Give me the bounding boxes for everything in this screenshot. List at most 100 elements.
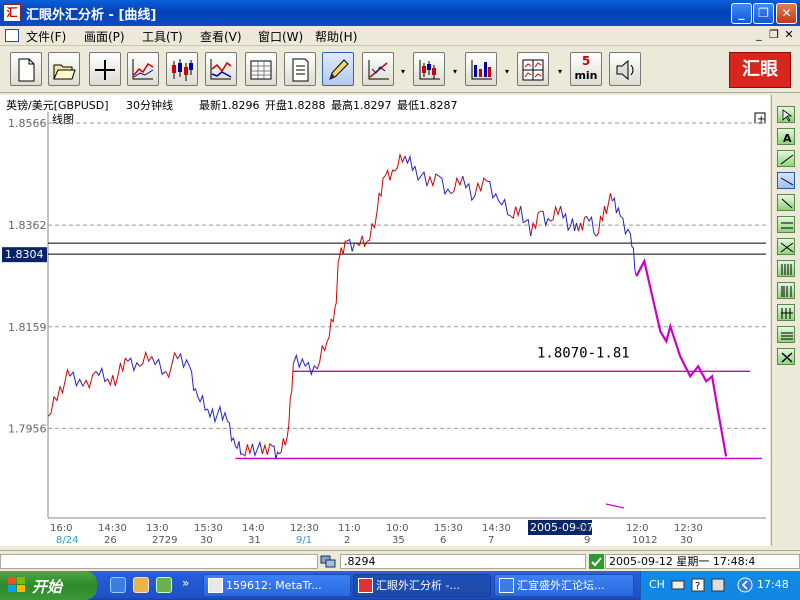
- status-message: [0, 554, 318, 569]
- mdi-restore-button[interactable]: ❐: [767, 29, 781, 42]
- price-segment: [151, 356, 167, 376]
- mdi-minimize-button[interactable]: _: [752, 29, 766, 42]
- price-segment: [127, 357, 141, 373]
- x-tick-label: 16:0: [50, 523, 72, 534]
- five-min-number: 5: [581, 54, 591, 68]
- cursor-tool-button[interactable]: [777, 106, 795, 123]
- price-chart[interactable]: 线图 +1.85661.83621.81591.795616:08/2414:30…: [0, 112, 770, 546]
- pencil-draw-button[interactable]: [322, 52, 354, 86]
- price-segment: [596, 206, 605, 237]
- menu-view-screen[interactable]: 画面(P): [84, 28, 125, 45]
- five-min-button[interactable]: 5 min: [570, 52, 602, 86]
- minimize-button[interactable]: _: [731, 3, 752, 24]
- document-icon[interactable]: [5, 29, 19, 42]
- close-button[interactable]: ✕: [776, 3, 797, 24]
- bar-chart-button[interactable]: [413, 52, 445, 86]
- multi-chart-dropdown-icon[interactable]: ▾: [558, 67, 562, 76]
- price-segment: [292, 353, 306, 370]
- current-price-label: 1.8304: [5, 248, 44, 261]
- x-tick-sublabel: 9/1: [296, 535, 312, 546]
- candlestick-chart-button[interactable]: [166, 52, 198, 86]
- internet-explorer-icon[interactable]: [110, 577, 126, 593]
- menu-file[interactable]: 文件(F): [26, 28, 66, 45]
- start-button[interactable]: 开始: [0, 571, 97, 600]
- price-segment: [227, 421, 236, 447]
- x-tick-sublabel: 2729: [152, 535, 177, 546]
- app-icon[interactable]: 汇: [3, 4, 21, 22]
- trend-line-tool-button[interactable]: [777, 172, 795, 189]
- mdi-close-button[interactable]: ✕: [782, 29, 796, 42]
- x-tick-sublabel: 9: [584, 535, 590, 546]
- volume-chart-button[interactable]: [465, 52, 497, 86]
- price-segment: [326, 306, 336, 342]
- price-segment: [550, 204, 562, 222]
- price-segment: [366, 211, 378, 242]
- input-language[interactable]: CH: [649, 578, 665, 591]
- price-segment: [334, 258, 340, 307]
- trend-tools-button[interactable]: [362, 52, 394, 86]
- price-segment: [165, 351, 179, 379]
- menu-help[interactable]: 帮助(H): [315, 28, 357, 45]
- new-document-button[interactable]: [10, 52, 42, 86]
- channel-tool-button[interactable]: [777, 216, 795, 233]
- open-folder-button[interactable]: [48, 52, 80, 86]
- open-folder-icon: [53, 64, 76, 80]
- crosshair-button[interactable]: [89, 52, 121, 86]
- task-metatrader[interactable]: 159612: MetaTr...: [203, 574, 351, 597]
- cross-lines-icon: [780, 242, 794, 253]
- multi-chart-icon: [522, 59, 544, 81]
- table-view-button[interactable]: [245, 52, 277, 86]
- trend-tools-dropdown-icon[interactable]: ▾: [401, 67, 405, 76]
- sound-button[interactable]: [609, 52, 641, 86]
- cross-tool-button[interactable]: [777, 238, 795, 255]
- chart-panel[interactable]: 线图 +1.8566 1.8362 1.8159 1.7956 16:0 8/24 14:30…: [0, 112, 770, 546]
- fibonacci-tool-button[interactable]: [777, 260, 795, 277]
- price-segment: [177, 352, 191, 369]
- title-bar[interactable]: 汇 汇眼外汇分析 - [曲线] _ ❐ ✕: [0, 0, 800, 26]
- qq-icon[interactable]: [133, 577, 149, 593]
- price-segment: [438, 175, 452, 196]
- x-tick-sublabel: 30: [680, 535, 693, 546]
- grid-tool-button[interactable]: [777, 304, 795, 321]
- price-segment: [261, 442, 273, 455]
- menu-window[interactable]: 窗口(W): [258, 28, 303, 45]
- quicklaunch-more[interactable]: »: [182, 576, 189, 590]
- tray-app-icon[interactable]: [711, 578, 725, 592]
- text-tool-button[interactable]: A: [777, 128, 795, 145]
- segment-tool-button[interactable]: [777, 194, 795, 211]
- x-tick-sublabel: 31: [248, 535, 261, 546]
- delete-drawing-button[interactable]: [777, 348, 795, 365]
- parallel-lines-icon: [781, 332, 793, 340]
- price-segment: [586, 215, 597, 237]
- cycle-tool-button[interactable]: [777, 282, 795, 299]
- price-segment: [82, 370, 97, 390]
- x-tick-sublabel: 2: [344, 535, 350, 546]
- notes-button[interactable]: [284, 52, 316, 86]
- clock: 17:48: [757, 578, 789, 591]
- restore-button[interactable]: ❐: [753, 3, 774, 24]
- task-huiyan-analysis[interactable]: 汇眼外汇分析 -...: [353, 574, 491, 597]
- price-segment: [316, 341, 328, 369]
- menu-view[interactable]: 查看(V): [200, 28, 242, 45]
- menu-tools[interactable]: 工具(T): [142, 28, 183, 45]
- keyboard-icon[interactable]: [671, 578, 685, 592]
- compare-chart-button[interactable]: [205, 52, 237, 86]
- grid-icon: [781, 308, 793, 319]
- x-tick-sublabel: 7: [488, 535, 494, 546]
- help-icon[interactable]: ?: [691, 578, 705, 592]
- multi-chart-button[interactable]: [517, 52, 549, 86]
- delete-icon: [781, 352, 793, 363]
- ray-tool-button[interactable]: [777, 150, 795, 167]
- parallel-tool-button[interactable]: [777, 326, 795, 343]
- line-chart-button[interactable]: [127, 52, 159, 86]
- system-tray: CH ? 17:48: [640, 571, 800, 600]
- tray-arrow-icon[interactable]: [737, 577, 753, 593]
- price-segment: [207, 407, 218, 424]
- quicklaunch-app-icon[interactable]: [156, 577, 172, 593]
- volume-chart-dropdown-icon[interactable]: ▾: [505, 67, 509, 76]
- task-forum-browser[interactable]: 汇宜盛外汇论坛...: [494, 574, 634, 597]
- price-segment: [404, 154, 416, 172]
- price-segment: [69, 370, 84, 388]
- text-tool-icon: A: [783, 132, 792, 144]
- bar-chart-dropdown-icon[interactable]: ▾: [453, 67, 457, 76]
